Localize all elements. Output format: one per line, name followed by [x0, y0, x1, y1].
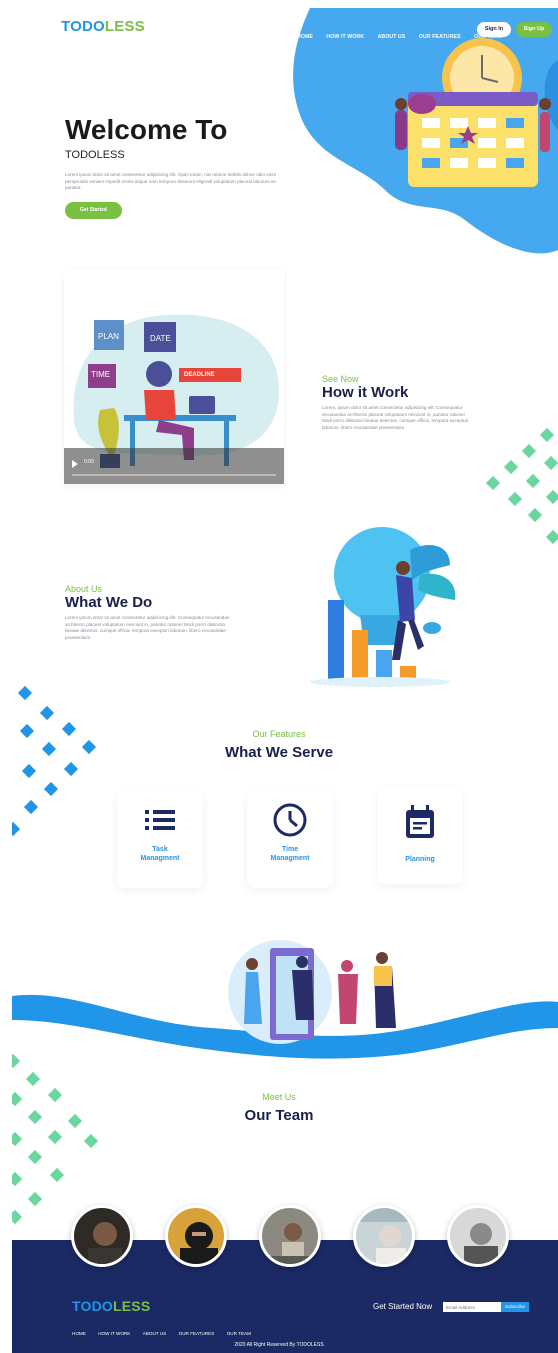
illus-date-label: DATE	[150, 334, 171, 343]
subscribe-button[interactable]: Subscribe	[501, 1302, 529, 1312]
feature-card-task[interactable]: Task Managment	[117, 790, 203, 888]
signin-button[interactable]: Sign In	[477, 22, 511, 37]
email-input[interactable]	[443, 1302, 501, 1312]
clock-icon	[273, 803, 307, 837]
feature-card-time[interactable]: Time Managment	[247, 790, 333, 888]
nav-how-it-work[interactable]: HOW IT WORK	[326, 34, 364, 40]
team-avatar-3[interactable]	[259, 1205, 321, 1267]
features-title: What We Serve	[224, 744, 334, 761]
team-avatar-5[interactable]	[447, 1205, 509, 1267]
illus-plan-label: PLAN	[98, 332, 119, 341]
feature-card-time-label: Time Managment	[270, 846, 310, 862]
signup-button[interactable]: Sign Up	[516, 22, 552, 37]
footer-nav: HOME HOW IT WORK ABOUT US OUR FEATURES O…	[72, 1322, 259, 1340]
brand-logo[interactable]: TODOLESS	[61, 18, 145, 35]
what-we-do-illustration	[310, 527, 456, 687]
how-title: How it Work	[322, 384, 409, 401]
decor-diamonds-right	[485, 427, 558, 545]
nav-home[interactable]: HOME	[297, 34, 313, 40]
about-text: Lorem ipsum dolor sit amet consectetur a…	[65, 615, 230, 640]
footer-nav-our-team[interactable]: OUR TEAM	[227, 1331, 251, 1336]
team-avatar-1[interactable]	[71, 1205, 133, 1267]
list-icon	[145, 810, 175, 830]
team-wave-illustration	[12, 940, 558, 1059]
brand-logo-part2: LESS	[104, 18, 145, 35]
how-it-work-video[interactable]: 0:00 PLAN DATE TIME DEADLINE	[64, 270, 284, 484]
team-title: Our Team	[244, 1107, 314, 1124]
feature-card-planning-label: Planning	[405, 856, 435, 863]
top-nav: HOME HOW IT WORK ABOUT US OUR FEATURES O…	[288, 25, 503, 43]
footer-nav-home[interactable]: HOME	[72, 1331, 86, 1336]
team-avatar-4[interactable]	[353, 1205, 415, 1267]
footer-logo-part1: TODO	[72, 1298, 113, 1314]
footer-nav-our-features[interactable]: OUR FEATURES	[179, 1331, 215, 1336]
how-text: Lorem, ipsum dolor sit amet consectetur …	[322, 405, 469, 430]
decor-diamonds-left-blue	[12, 685, 97, 837]
illus-time-label: TIME	[91, 370, 111, 379]
calendar-icon	[406, 805, 434, 838]
team-eyebrow: Meet Us	[262, 1092, 296, 1102]
footer-nav-how-it-work[interactable]: HOW IT WORK	[98, 1331, 130, 1336]
how-eyebrow: See Now	[322, 374, 359, 384]
feature-card-task-label: Task Managment	[140, 846, 180, 862]
illus-deadline-label: DEADLINE	[184, 372, 215, 378]
feature-card-planning[interactable]: Planning	[377, 786, 463, 884]
decor-diamonds-left-mint	[12, 1053, 99, 1225]
team-avatar-2[interactable]	[165, 1205, 227, 1267]
get-started-button[interactable]: Get Started	[65, 202, 122, 219]
features-eyebrow: Our Features	[252, 729, 306, 739]
brand-logo-part1: TODO	[61, 18, 105, 35]
hero-text: Lorem ipsum dolor sit amet consectetur a…	[65, 172, 277, 191]
copyright: 2020 All Right Reserved By TODOLESS	[234, 1342, 324, 1348]
hero-title: Welcome To	[65, 114, 228, 145]
subscribe-title: Get Started Now	[373, 1302, 433, 1311]
nav-about-us[interactable]: ABOUT US	[378, 34, 406, 40]
about-eyebrow: About Us	[65, 584, 103, 594]
nav-our-features[interactable]: OUR FEATURES	[419, 34, 461, 40]
video-time: 0:00	[84, 459, 94, 465]
footer-logo[interactable]: TODOLESS	[72, 1298, 150, 1314]
about-title: What We Do	[65, 594, 153, 611]
footer-nav-about-us[interactable]: ABOUT US	[143, 1331, 166, 1336]
hero-subtitle: TODOLESS	[65, 149, 125, 161]
footer-logo-part2: LESS	[113, 1298, 151, 1314]
